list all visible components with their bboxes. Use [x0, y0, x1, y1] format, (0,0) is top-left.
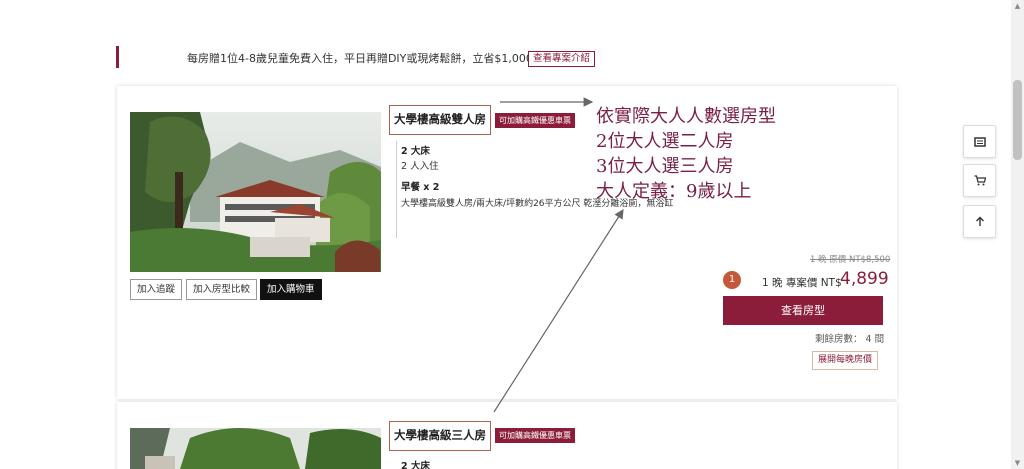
arrow-up-icon [975, 212, 985, 231]
hsr-ticket-badge: 可加購高鐵優惠車票 [495, 428, 575, 443]
original-price: 1 晚 原價 NT$8,500 [810, 255, 891, 265]
info-divider [396, 141, 398, 238]
add-tracking-button[interactable]: 加入追蹤 [130, 279, 183, 300]
hsr-ticket-badge: 可加購高鐵優惠車票 [495, 113, 575, 128]
nights-count-badge: 1 [723, 271, 741, 289]
annotation-line: 2位大人選二人房 [596, 131, 734, 152]
scroll-up-icon[interactable]: ▲ [1013, 2, 1022, 10]
add-compare-button[interactable]: 加入房型比較 [186, 279, 258, 300]
promo-accent-bar [116, 46, 119, 68]
promo-text: 每房贈1位4-8歲兒童免費入住，平日再贈DIY或現烤鬆餅，立省$1,000 [187, 52, 533, 65]
room-name[interactable]: 大學樓高級三人房 [389, 421, 491, 451]
price-value: 4,899 [840, 269, 889, 289]
bed-info: 2 大床 [401, 146, 430, 157]
list-icon [973, 132, 986, 151]
annotation-line: 依實際大人人數選房型 [596, 106, 776, 127]
view-promo-button[interactable]: 查看專案介紹 [528, 51, 596, 67]
occupancy-info: 2 人入住 [401, 161, 439, 172]
annotation-line: 3位大人選三人房 [596, 156, 734, 177]
cart-button[interactable] [963, 164, 996, 197]
list-button[interactable] [963, 125, 996, 158]
bed-info: 2 大床 [401, 461, 430, 469]
view-room-button[interactable]: 查看房型 [723, 296, 883, 325]
room-photo[interactable] [130, 428, 381, 469]
annotation-line: 大人定義：9歲以上 [596, 181, 752, 202]
scroll-down-icon[interactable]: ▼ [1013, 459, 1022, 467]
add-to-cart-button[interactable]: 加入購物車 [260, 279, 322, 300]
meal-info: 早餐 x 2 [401, 182, 440, 193]
scrollbar-thumb[interactable] [1013, 80, 1022, 160]
room-photo[interactable] [130, 112, 381, 272]
room-name[interactable]: 大學樓高級雙人房 [389, 105, 491, 135]
price-label: 1 晚 專案價 NT$ [762, 277, 842, 289]
scrollbar-track[interactable] [1011, 0, 1024, 469]
back-to-top-button[interactable] [963, 205, 996, 238]
rooms-left: 剩餘房數： 4 間 [815, 334, 885, 345]
cart-icon [974, 171, 986, 190]
expand-nightly-prices-button[interactable]: 展開每晚房價 [812, 351, 879, 370]
